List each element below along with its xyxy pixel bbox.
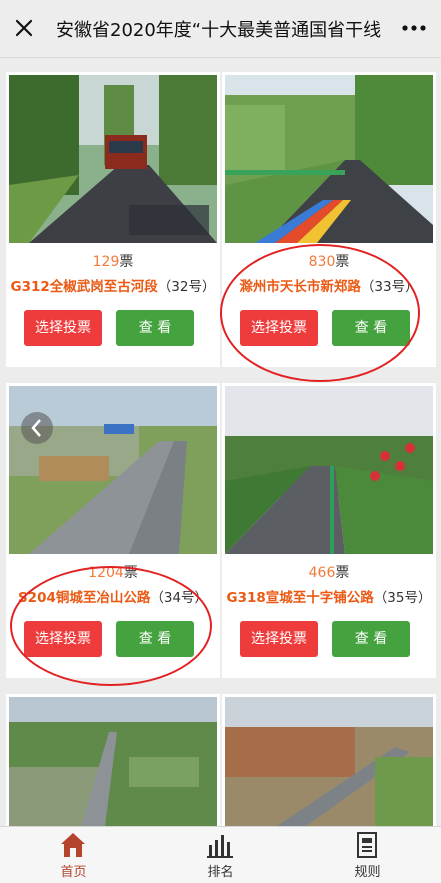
vote-button[interactable]: 选择投票: [24, 310, 102, 346]
close-icon[interactable]: [10, 14, 38, 42]
more-icon[interactable]: [401, 17, 427, 39]
nav-ranking[interactable]: 排名: [147, 827, 294, 883]
view-button[interactable]: 查 看: [332, 621, 410, 657]
road-name: G312全椒武岗至古河段（32号）: [10, 279, 216, 295]
road-photo[interactable]: [225, 697, 433, 826]
candidate-card: 129票 G312全椒武岗至古河段（32号） 选择投票 查 看: [6, 72, 220, 367]
candidate-card: [222, 694, 436, 826]
candidate-list[interactable]: 129票 G312全椒武岗至古河段（32号） 选择投票 查 看 830票 滁州市…: [0, 58, 441, 826]
top-bar: 安徽省2020年度“十大最美普通国省干线: [0, 0, 441, 58]
nav-label: 规则: [354, 865, 381, 880]
road-photo[interactable]: [9, 697, 217, 826]
candidate-card: [6, 694, 220, 826]
document-icon: [357, 832, 377, 858]
road-photo[interactable]: [9, 75, 217, 243]
nav-rules[interactable]: 规则: [294, 827, 441, 883]
road-photo[interactable]: [225, 75, 433, 243]
road-name: G318宣城至十字铺公路（35号）: [226, 590, 432, 606]
highlight-ring: [10, 566, 212, 686]
candidate-card: 466票 G318宣城至十字铺公路（35号） 选择投票 查 看: [222, 383, 436, 678]
home-icon: [61, 833, 85, 857]
bottom-navigation: 首页 排名 规则: [0, 826, 441, 883]
vote-count: 129票: [92, 254, 134, 270]
road-photo[interactable]: [225, 386, 433, 554]
bar-chart-icon: [207, 835, 233, 858]
highlight-ring: [220, 244, 420, 382]
vote-button[interactable]: 选择投票: [240, 621, 318, 657]
page-title: 安徽省2020年度“十大最美普通国省干线: [56, 20, 382, 41]
nav-label: 排名: [207, 865, 234, 880]
nav-label: 首页: [60, 865, 87, 880]
road-photo[interactable]: [9, 386, 217, 554]
vote-count: 466票: [308, 565, 350, 581]
view-button[interactable]: 查 看: [116, 310, 194, 346]
nav-home[interactable]: 首页: [0, 827, 147, 883]
